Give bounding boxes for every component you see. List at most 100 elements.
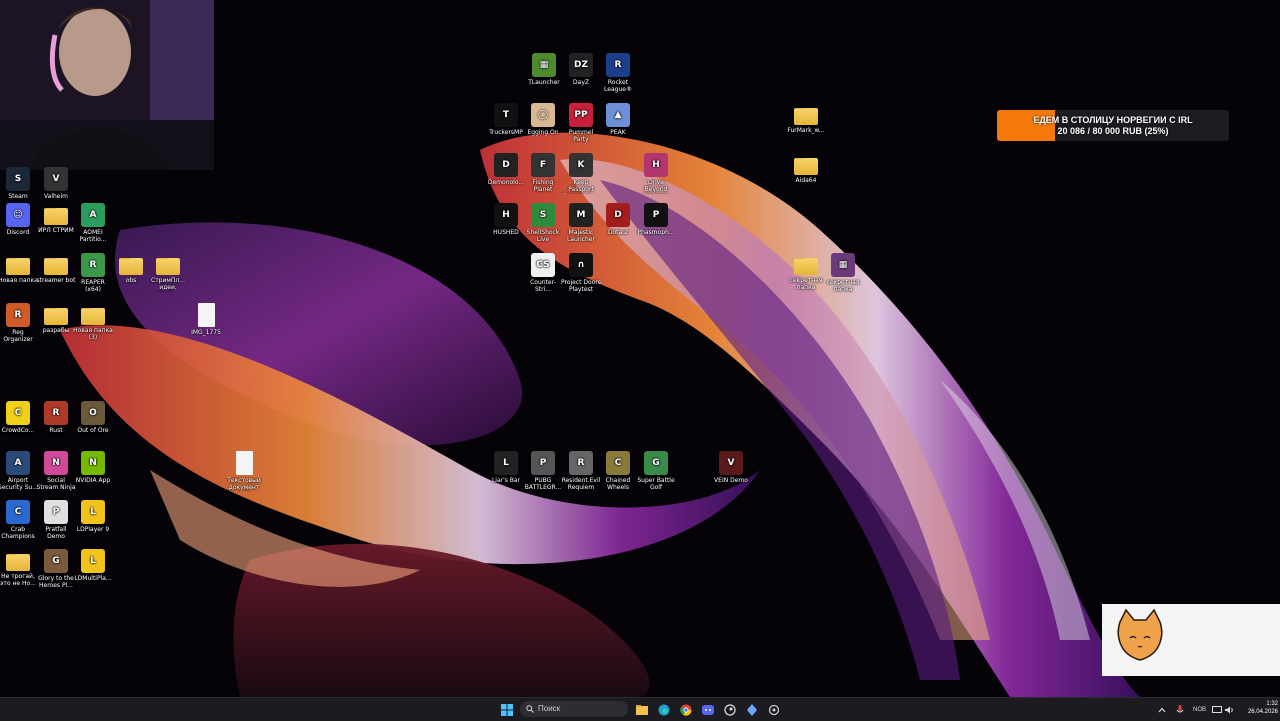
desktop-icon[interactable]: IMG_1775 [186,303,226,336]
app-icon: L [494,451,518,475]
desktop-icon[interactable]: Aida64 [786,153,826,184]
desktop-icon[interactable]: D Demonolo... [486,153,526,186]
desktop-icon[interactable]: F Fishing Planet [523,153,563,193]
desktop-icon[interactable]: R Reg Organizer [0,303,38,343]
desktop-icon[interactable]: L Liar's Bar [486,451,526,484]
desktop-icon[interactable]: R Rocket League® [598,53,638,93]
desktop-icon-label: LDPlayer 9 [76,526,110,533]
desktop-icon[interactable]: streamer bot [36,253,76,284]
desktop-icon[interactable]: H Drive Beyond Horizons [636,153,676,194]
chrome-icon [679,704,692,716]
desktop-icon[interactable]: L LDMultiPla... [73,549,113,582]
desktop-icon-label: TruckersMP [489,129,523,136]
desktop-icon[interactable]: P Phasmoph... [636,203,676,236]
desktop-icon[interactable]: R Rust [36,401,76,434]
desktop-icon[interactable]: A AOMEI Partitio... [73,203,113,243]
desktop-icon[interactable]: R Resident Evil Requiem [561,451,601,491]
app-icon: C [606,451,630,475]
desktop-icon[interactable]: O Out of Ore [73,401,113,434]
desktop-icon[interactable]: СтримПл... идеи, меня... [148,253,188,292]
desktop-icon[interactable]: V Valheim [36,167,76,200]
desktop-icon-label: Steam [8,193,28,200]
desktop-icon[interactable]: ∩ Project Doors Playtest [561,253,601,293]
desktop-icon[interactable]: N NVIDIA App [73,451,113,484]
app-icon: R [44,401,68,425]
file-explorer-button[interactable] [633,701,650,718]
desktop-icon[interactable]: DZ DayZ [561,53,601,86]
microphone-icon [1176,704,1184,712]
app-icon: D [606,203,630,227]
tray-volume[interactable] [1225,698,1235,721]
desktop-icon[interactable]: ◯ Egging On [523,103,563,136]
tray-chevron[interactable] [1158,698,1166,721]
desktop-icon[interactable]: Не трогай, это не Но... [0,549,38,587]
donation-goal-widget: ЕДЕМ В СТОЛИЦУ НОРВЕГИИ С IRL 20 086 / 8… [997,110,1229,141]
desktop-icon[interactable]: G Glory to the Heroes Pl... [36,549,76,589]
desktop-icon[interactable]: PP Pummel Party [561,103,601,143]
app-icon: N [81,451,105,475]
desktop-icon[interactable]: P PUBG BATTLEGR... [523,451,563,491]
desktop-icon[interactable]: FurMark_w... [786,103,826,134]
taskbar: Поиск NOB 1:32 26.04.2026 [0,697,1280,721]
taskbar-clock[interactable]: 1:32 26.04.2026 [1238,700,1278,716]
desktop-icon[interactable]: S Steam [0,167,38,200]
desktop-icon[interactable]: C Crab Champions [0,500,38,540]
app-icon: L [81,549,105,573]
desktop-icon-label: секретная папка [826,279,860,293]
search-icon [526,705,534,713]
desktop-icon[interactable]: ▦ TLauncher [524,53,564,86]
app-button[interactable] [743,701,760,718]
desktop-icon[interactable]: M Majestic Launcher [561,203,601,243]
discord-button[interactable] [699,701,716,718]
desktop-icon-label: Новая папка (3) [73,327,113,341]
desktop-icon[interactable]: H HUSHED [486,203,526,236]
desktop-icon-label: Rocket League® [604,79,632,93]
tray-language[interactable]: NOB [1193,698,1206,721]
desktop-icon[interactable]: K Keep Passport Deported ... [561,153,601,194]
desktop-icon[interactable]: секретная папка [786,253,826,291]
desktop-icon[interactable]: C Chained Wheels [598,451,638,491]
desktop-icon[interactable]: T TruckersMP [486,103,526,136]
desktop-icon-label: разрабы [42,327,70,334]
app-icon: ▦ [532,53,556,77]
discord-icon [701,704,714,715]
desktop-icon[interactable]: CS Counter-Stri... [523,253,563,293]
desktop-icon[interactable]: ▲ PEAK [598,103,638,136]
tray-mic[interactable] [1176,698,1184,721]
desktop-icon[interactable]: C CrowdCo... [0,401,38,434]
desktop-icon-label: Glory to the Heroes Pl... [38,575,74,589]
chrome-button[interactable] [677,701,694,718]
desktop-icon[interactable]: V VEIN Demo [711,451,751,484]
app-icon: T [494,103,518,127]
desktop-icon-label: Pummel Party [568,129,594,143]
start-button[interactable] [498,701,515,718]
app-icon: G [644,451,668,475]
desktop-icon-label: DayZ [573,79,589,86]
steam-button[interactable] [721,701,738,718]
app-icon: H [644,153,668,177]
desktop-icon[interactable]: L LDPlayer 9 [73,500,113,533]
settings-button[interactable] [765,701,782,718]
desktop-icon[interactable]: Новая папка [0,253,38,284]
desktop-icon[interactable]: ☺ Discord [0,203,38,236]
app-icon: K [569,153,593,177]
desktop-icon[interactable]: D Dota 2 [598,203,638,236]
desktop-icon-label: streamer bot [36,277,76,284]
desktop-icon-label: obs [125,277,137,284]
desktop-icon[interactable]: S ShellShock Live [523,203,563,243]
desktop-icon[interactable]: ▦ секретная папка [823,253,863,293]
desktop-icon[interactable]: Текстовый документ (2) [224,451,264,492]
desktop-icon[interactable]: obs [111,253,151,284]
desktop-icon[interactable]: P Pratfall Demo [36,500,76,540]
desktop-icon[interactable]: R REAPER (x64) [73,253,113,293]
desktop-icon[interactable]: G Super Battle Golf [636,451,676,491]
desktop-icon[interactable]: N Social Stream Ninja [36,451,76,491]
edge-button[interactable] [655,701,672,718]
taskbar-search[interactable]: Поиск [520,701,628,717]
donation-goal-title: ЕДЕМ В СТОЛИЦУ НОРВЕГИИ С IRL [1033,115,1193,125]
desktop-icon[interactable]: Новая папка (3) [73,303,113,341]
desktop-icon[interactable]: A Airport Security Su... [0,451,38,491]
desktop-icon[interactable]: разрабы [36,303,76,334]
desktop-icon[interactable]: ИРЛ СТРИМ [36,203,76,234]
tray-network[interactable] [1212,698,1222,721]
